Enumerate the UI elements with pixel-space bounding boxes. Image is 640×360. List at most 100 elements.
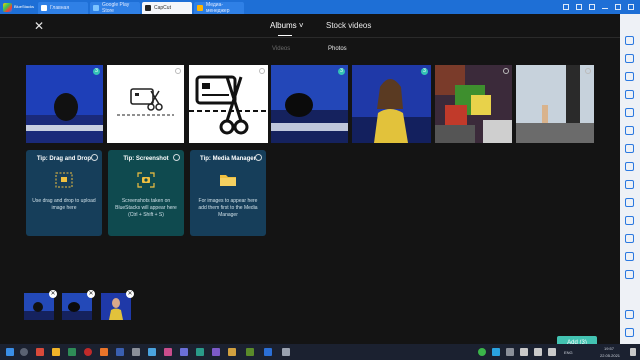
record-icon[interactable]: [625, 126, 634, 135]
drag-drop-icon: [55, 172, 73, 188]
notification-icon[interactable]: [563, 4, 569, 10]
window-controls: [563, 4, 640, 10]
clock-time[interactable]: 19:57: [604, 346, 614, 351]
close-icon[interactable]: ✕: [34, 20, 44, 32]
tip-card-media-manager: Tip: Media Manager For images to appear …: [190, 150, 266, 236]
bluestacks-taskbar-icon[interactable]: [264, 348, 272, 356]
shake-icon[interactable]: [625, 216, 634, 225]
menu-icon[interactable]: [589, 4, 595, 10]
app-icon[interactable]: [282, 348, 290, 356]
tray-icon[interactable]: [506, 348, 514, 356]
rotate-icon[interactable]: [625, 234, 634, 243]
folder-icon: [220, 175, 236, 186]
bluestacks-logo: BlueStacks: [0, 0, 36, 14]
keyboard-icon[interactable]: [625, 72, 634, 81]
opera-icon[interactable]: [84, 348, 92, 356]
tray-icon[interactable]: [492, 348, 500, 356]
bluestacks-sidebar: [620, 14, 640, 353]
tab-videos[interactable]: Videos: [272, 46, 290, 52]
photo-thumbnail[interactable]: 3: [352, 65, 431, 143]
tab-home[interactable]: Главная: [38, 2, 88, 14]
app-icon[interactable]: [180, 348, 188, 356]
app-icon[interactable]: [246, 348, 254, 356]
remove-icon[interactable]: ✕: [49, 290, 57, 298]
windows-taskbar: ENG 19:57 22.05.2021: [0, 344, 640, 360]
app-icon[interactable]: [164, 348, 172, 356]
back-icon[interactable]: [625, 328, 634, 337]
selection-circle[interactable]: [259, 68, 265, 74]
card-scissors-photo-large: [189, 65, 268, 143]
account-icon[interactable]: [576, 4, 582, 10]
photo-thumbnail[interactable]: 3: [271, 65, 348, 143]
tab-albums[interactable]: Albums ˅: [270, 21, 304, 30]
start-icon[interactable]: [6, 348, 14, 356]
tab-stock-videos[interactable]: Stock videos: [326, 21, 371, 30]
play-store-icon: [93, 5, 99, 11]
photo-thumbnail[interactable]: 3: [26, 65, 103, 143]
minimize-icon[interactable]: [602, 5, 608, 9]
app-icon[interactable]: [132, 348, 140, 356]
explorer-icon[interactable]: [52, 348, 60, 356]
tab-play-store[interactable]: Google Play Store: [90, 2, 140, 14]
app-icon[interactable]: [36, 348, 44, 356]
tab-label: CapCut: [154, 5, 171, 11]
selected-item[interactable]: ✕: [24, 290, 57, 320]
screenshot-tool-icon[interactable]: [625, 108, 634, 117]
card-scissors-photo-small: [107, 65, 184, 143]
media-manager-icon: [197, 5, 203, 11]
controls-icon[interactable]: [625, 90, 634, 99]
maximize-icon[interactable]: [615, 4, 621, 10]
macro-icon[interactable]: [625, 252, 634, 261]
language-indicator[interactable]: ENG: [564, 350, 573, 355]
app-icon[interactable]: [196, 348, 204, 356]
screenshot-icon: [137, 172, 155, 188]
multi-instance-icon[interactable]: [625, 180, 634, 189]
active-tab-indicator: [278, 35, 292, 36]
apk-install-icon[interactable]: [625, 144, 634, 153]
tab-capcut[interactable]: CapCut: [142, 2, 192, 14]
notifications-icon[interactable]: [630, 348, 636, 356]
app-icon[interactable]: [68, 348, 76, 356]
network-icon[interactable]: [534, 348, 542, 356]
capcut-media-picker: ✕ Albums ˅ Stock videos Videos Photos 3: [0, 14, 620, 344]
selected-item[interactable]: ✕: [62, 290, 95, 320]
app-name: BlueStacks: [14, 4, 35, 9]
photo-thumbnail[interactable]: [516, 65, 594, 143]
app-icon[interactable]: [212, 348, 220, 356]
volume-icon[interactable]: [625, 54, 634, 63]
clock-date[interactable]: 22.05.2021: [600, 353, 620, 358]
app-icon[interactable]: [148, 348, 156, 356]
app-icon[interactable]: [116, 348, 124, 356]
photo-thumbnail[interactable]: [435, 65, 512, 143]
news-chair-photo: [26, 65, 103, 143]
minecraft-flowers-photo: [435, 65, 512, 143]
remove-icon[interactable]: ✕: [126, 290, 134, 298]
app-icon[interactable]: [228, 348, 236, 356]
close-window-icon[interactable]: [628, 4, 634, 10]
folder-sidebar-icon[interactable]: [625, 162, 634, 171]
selection-circle[interactable]: [503, 68, 509, 74]
tip-card-drag-drop: Tip: Drag and Drop Use drag and drop to …: [26, 150, 102, 236]
photo-thumbnail[interactable]: [189, 65, 268, 143]
remove-icon[interactable]: ✕: [87, 290, 95, 298]
tab-photos[interactable]: Photos: [328, 46, 347, 52]
tab-media-manager[interactable]: Медиа-менеджер: [194, 2, 244, 14]
woman-presenter-photo: [352, 65, 431, 143]
photo-thumbnail[interactable]: [107, 65, 184, 143]
location-icon[interactable]: [625, 198, 634, 207]
selection-circle[interactable]: [91, 154, 98, 161]
app-icon[interactable]: [100, 348, 108, 356]
tray-icon[interactable]: [478, 348, 486, 356]
selection-circle[interactable]: [173, 154, 180, 161]
selection-circle[interactable]: [175, 68, 181, 74]
fullscreen-icon[interactable]: [625, 36, 634, 45]
volume-tray-icon[interactable]: [548, 348, 556, 356]
search-icon[interactable]: [20, 348, 28, 356]
selection-badge: 3: [338, 68, 345, 75]
selection-circle[interactable]: [255, 154, 262, 161]
eco-mode-icon[interactable]: [625, 270, 634, 279]
selected-item[interactable]: ✕: [101, 290, 134, 320]
tray-icon[interactable]: [520, 348, 528, 356]
settings-icon[interactable]: [625, 310, 634, 319]
selection-circle[interactable]: [585, 68, 591, 74]
